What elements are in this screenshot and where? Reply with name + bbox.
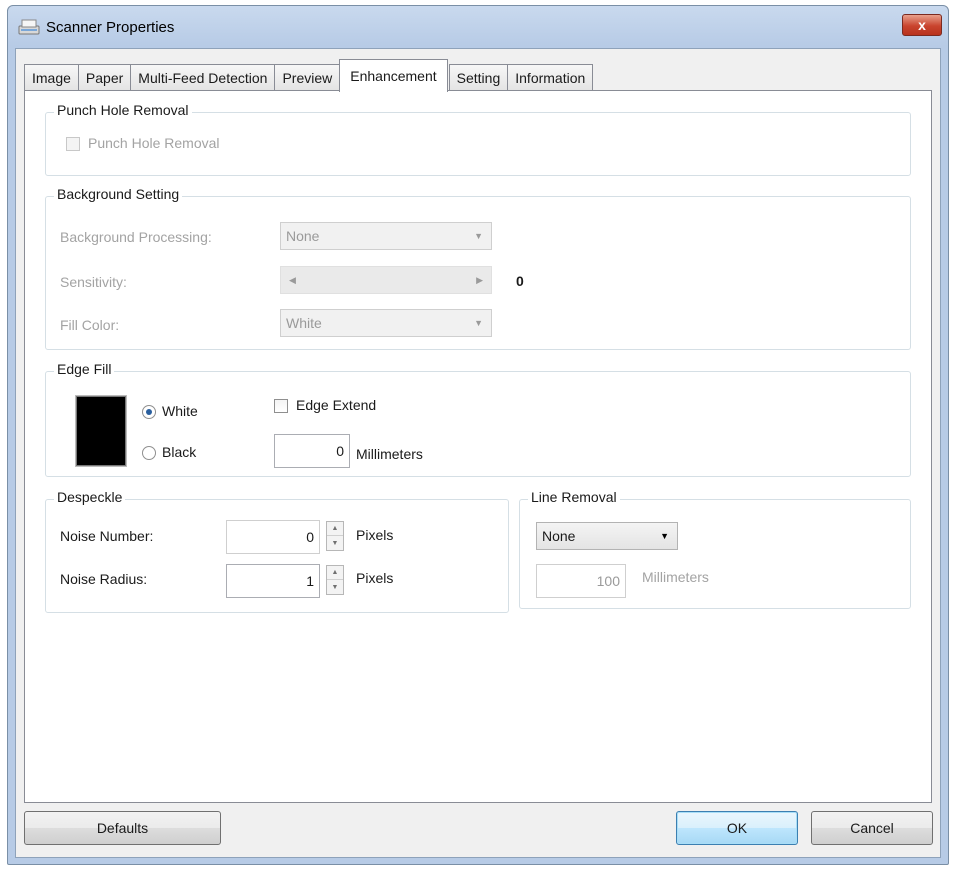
black-radio[interactable]: [142, 446, 156, 460]
tab-information[interactable]: Information: [507, 64, 594, 91]
group-title: Edge Fill: [54, 361, 115, 377]
defaults-button[interactable]: Defaults: [24, 811, 221, 845]
background-processing-dropdown[interactable]: None ▼: [280, 222, 492, 250]
line-removal-value: None: [542, 528, 576, 544]
edge-extend-checkbox[interactable]: [274, 399, 288, 413]
edge-fill-group: Edge Fill White Black Edge Extend 0 Mill…: [45, 361, 911, 477]
tab-strip: Image Paper Multi-Feed Detection Preview…: [24, 57, 594, 92]
background-processing-label: Background Processing:: [60, 229, 212, 245]
fill-color-value: White: [286, 315, 322, 331]
punch-hole-removal-checkbox[interactable]: [66, 137, 80, 151]
window-title: Scanner Properties: [46, 19, 175, 36]
tab-setting[interactable]: Setting: [448, 64, 509, 91]
spin-down-icon[interactable]: ▼: [327, 580, 343, 594]
close-button[interactable]: x: [902, 14, 942, 36]
spin-up-icon[interactable]: ▲: [327, 522, 343, 536]
line-removal-dropdown[interactable]: None ▼: [536, 522, 678, 550]
scanner-properties-window: Scanner Properties x Image Paper Multi-F…: [7, 5, 949, 865]
tab-multi-feed-detection[interactable]: Multi-Feed Detection: [130, 64, 276, 91]
spin-up-icon[interactable]: ▲: [327, 566, 343, 580]
sensitivity-slider[interactable]: ◀ ▶: [280, 266, 492, 294]
tab-paper[interactable]: Paper: [77, 64, 132, 91]
tab-image[interactable]: Image: [24, 64, 79, 91]
tab-enhancement[interactable]: Enhancement: [339, 59, 448, 92]
white-radio[interactable]: [142, 405, 156, 419]
title-bar[interactable]: Scanner Properties x: [8, 6, 948, 48]
black-radio-label: Black: [162, 444, 197, 460]
line-removal-group: Line Removal None ▼ 100 Millimeters: [519, 489, 911, 609]
punch-hole-removal-label: Punch Hole Removal: [88, 135, 220, 151]
group-title: Line Removal: [528, 489, 620, 505]
group-title: Punch Hole Removal: [54, 102, 192, 118]
fill-color-dropdown[interactable]: White ▼: [280, 309, 492, 337]
enhancement-tab-page: Punch Hole Removal Punch Hole Removal Ba…: [24, 90, 932, 803]
background-processing-value: None: [286, 228, 320, 244]
background-setting-group: Background Setting Background Processing…: [45, 186, 911, 350]
noise-radius-value: 1: [306, 573, 314, 589]
chevron-down-icon: ▼: [474, 231, 483, 241]
noise-radius-spinner[interactable]: ▲ ▼: [326, 565, 344, 595]
line-removal-unit: Millimeters: [642, 569, 709, 585]
edge-fill-unit-label: Millimeters: [356, 446, 423, 462]
cancel-button[interactable]: Cancel: [811, 811, 933, 845]
group-title: Background Setting: [54, 186, 183, 202]
noise-number-field[interactable]: 0: [226, 520, 320, 554]
white-radio-label: White: [162, 403, 198, 419]
fill-color-label: Fill Color:: [60, 317, 120, 333]
punch-hole-removal-group: Punch Hole Removal Punch Hole Removal: [45, 102, 911, 176]
tab-preview[interactable]: Preview: [274, 64, 341, 91]
group-title: Despeckle: [54, 489, 126, 505]
edge-fill-value-field[interactable]: 0: [274, 434, 350, 468]
ok-button[interactable]: OK: [676, 811, 798, 845]
line-removal-length-value: 100: [596, 573, 620, 589]
edge-fill-preview: [75, 395, 127, 467]
sensitivity-label: Sensitivity:: [60, 274, 127, 290]
edge-fill-value: 0: [336, 443, 344, 459]
spin-down-icon[interactable]: ▼: [327, 536, 343, 550]
chevron-down-icon: ▼: [474, 318, 483, 328]
noise-radius-label: Noise Radius:: [60, 571, 148, 587]
despeckle-group: Despeckle Noise Number: 0 ▲ ▼ Pixels Noi…: [45, 489, 509, 613]
noise-radius-field[interactable]: 1: [226, 564, 320, 598]
noise-number-unit: Pixels: [356, 527, 394, 543]
noise-number-label: Noise Number:: [60, 528, 154, 544]
chevron-down-icon: ▼: [660, 531, 669, 541]
line-removal-length-field[interactable]: 100: [536, 564, 626, 598]
scanner-icon: [18, 19, 40, 35]
noise-radius-unit: Pixels: [356, 570, 394, 586]
sensitivity-value: 0: [516, 273, 524, 289]
slider-left-arrow-icon[interactable]: ◀: [289, 275, 296, 286]
noise-number-spinner[interactable]: ▲ ▼: [326, 521, 344, 551]
slider-right-arrow-icon[interactable]: ▶: [476, 275, 483, 286]
noise-number-value: 0: [306, 529, 314, 545]
dialog-client: Image Paper Multi-Feed Detection Preview…: [15, 48, 941, 858]
edge-extend-label: Edge Extend: [296, 397, 377, 413]
close-icon: x: [918, 17, 926, 33]
